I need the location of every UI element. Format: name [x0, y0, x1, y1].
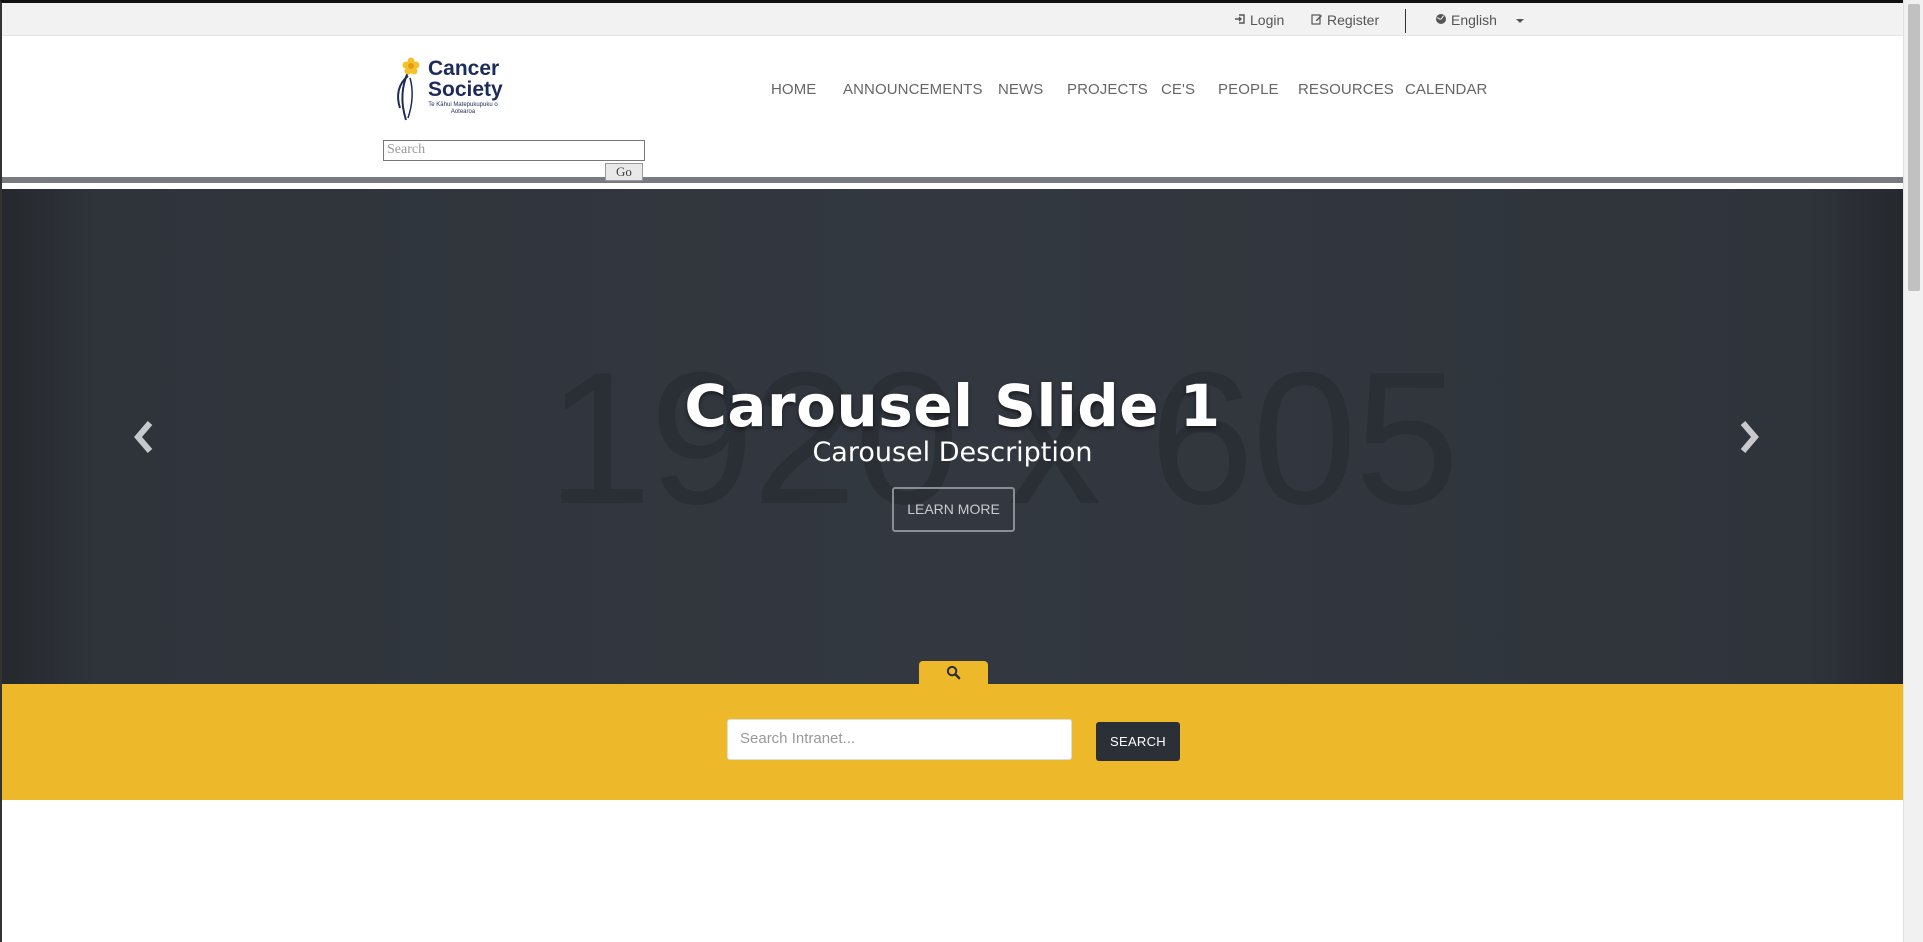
- login-link[interactable]: Login: [1234, 12, 1284, 28]
- carousel-prev-button[interactable]: [130, 417, 160, 457]
- language-label: English: [1451, 12, 1497, 28]
- logo-subtitle: Te Kāhui Matepukupuku o Aotearoa: [428, 102, 498, 115]
- main-navigation: HOME ANNOUNCEMENTS NEWS PROJECTS CE'S PE…: [2, 81, 1903, 101]
- header-search-input[interactable]: Search: [383, 140, 645, 161]
- nav-item-announcements[interactable]: ANNOUNCEMENTS: [843, 81, 983, 98]
- nav-item-people[interactable]: PEOPLE: [1218, 81, 1279, 98]
- register-label: Register: [1327, 12, 1380, 28]
- search-toggle-tab[interactable]: [919, 661, 988, 684]
- register-link[interactable]: Register: [1311, 12, 1379, 28]
- intranet-search-band: Search Intranet... SEARCH: [2, 684, 1903, 800]
- nav-item-news[interactable]: NEWS: [998, 81, 1043, 98]
- carousel-slide-title: Carousel Slide 1: [684, 372, 1221, 440]
- nav-item-calendar[interactable]: CALENDAR: [1405, 81, 1488, 98]
- chevron-left-icon: [134, 421, 153, 453]
- globe-icon: [1435, 12, 1447, 28]
- page-scrollbar[interactable]: [1903, 0, 1923, 942]
- chevron-right-icon: [1740, 421, 1759, 453]
- browser-viewport: Login Register English Cancer Society Te…: [0, 0, 1903, 942]
- intranet-search-input[interactable]: Search Intranet...: [727, 719, 1072, 760]
- learn-more-button[interactable]: LEARN MORE: [892, 487, 1015, 532]
- hero-carousel: 1920 x 605 Carousel Slide 1 Carousel Des…: [2, 189, 1903, 684]
- nav-item-resources[interactable]: RESOURCES: [1298, 81, 1394, 98]
- language-selector[interactable]: English: [1435, 12, 1497, 28]
- edit-icon: [1311, 12, 1323, 28]
- nav-item-projects[interactable]: PROJECTS: [1067, 81, 1148, 98]
- carousel-slide-description: Carousel Description: [812, 437, 1093, 468]
- search-icon: [946, 665, 961, 680]
- login-label: Login: [1250, 12, 1285, 28]
- nav-item-ces[interactable]: CE'S: [1161, 81, 1195, 98]
- scrollbar-thumb[interactable]: [1908, 4, 1920, 291]
- chevron-down-icon[interactable]: [1516, 19, 1524, 23]
- top-utility-bar: Login Register English: [2, 3, 1903, 36]
- sign-in-icon: [1234, 12, 1246, 28]
- nav-item-home[interactable]: HOME: [771, 81, 816, 98]
- intranet-search-button[interactable]: SEARCH: [1096, 722, 1180, 761]
- topbar-divider: [1405, 9, 1406, 33]
- logo-line-1: Cancer: [428, 57, 500, 80]
- carousel-next-button[interactable]: [1733, 417, 1763, 457]
- site-header: Cancer Society Te Kāhui Matepukupuku o A…: [2, 36, 1903, 183]
- header-search-go-button[interactable]: Go: [605, 163, 643, 181]
